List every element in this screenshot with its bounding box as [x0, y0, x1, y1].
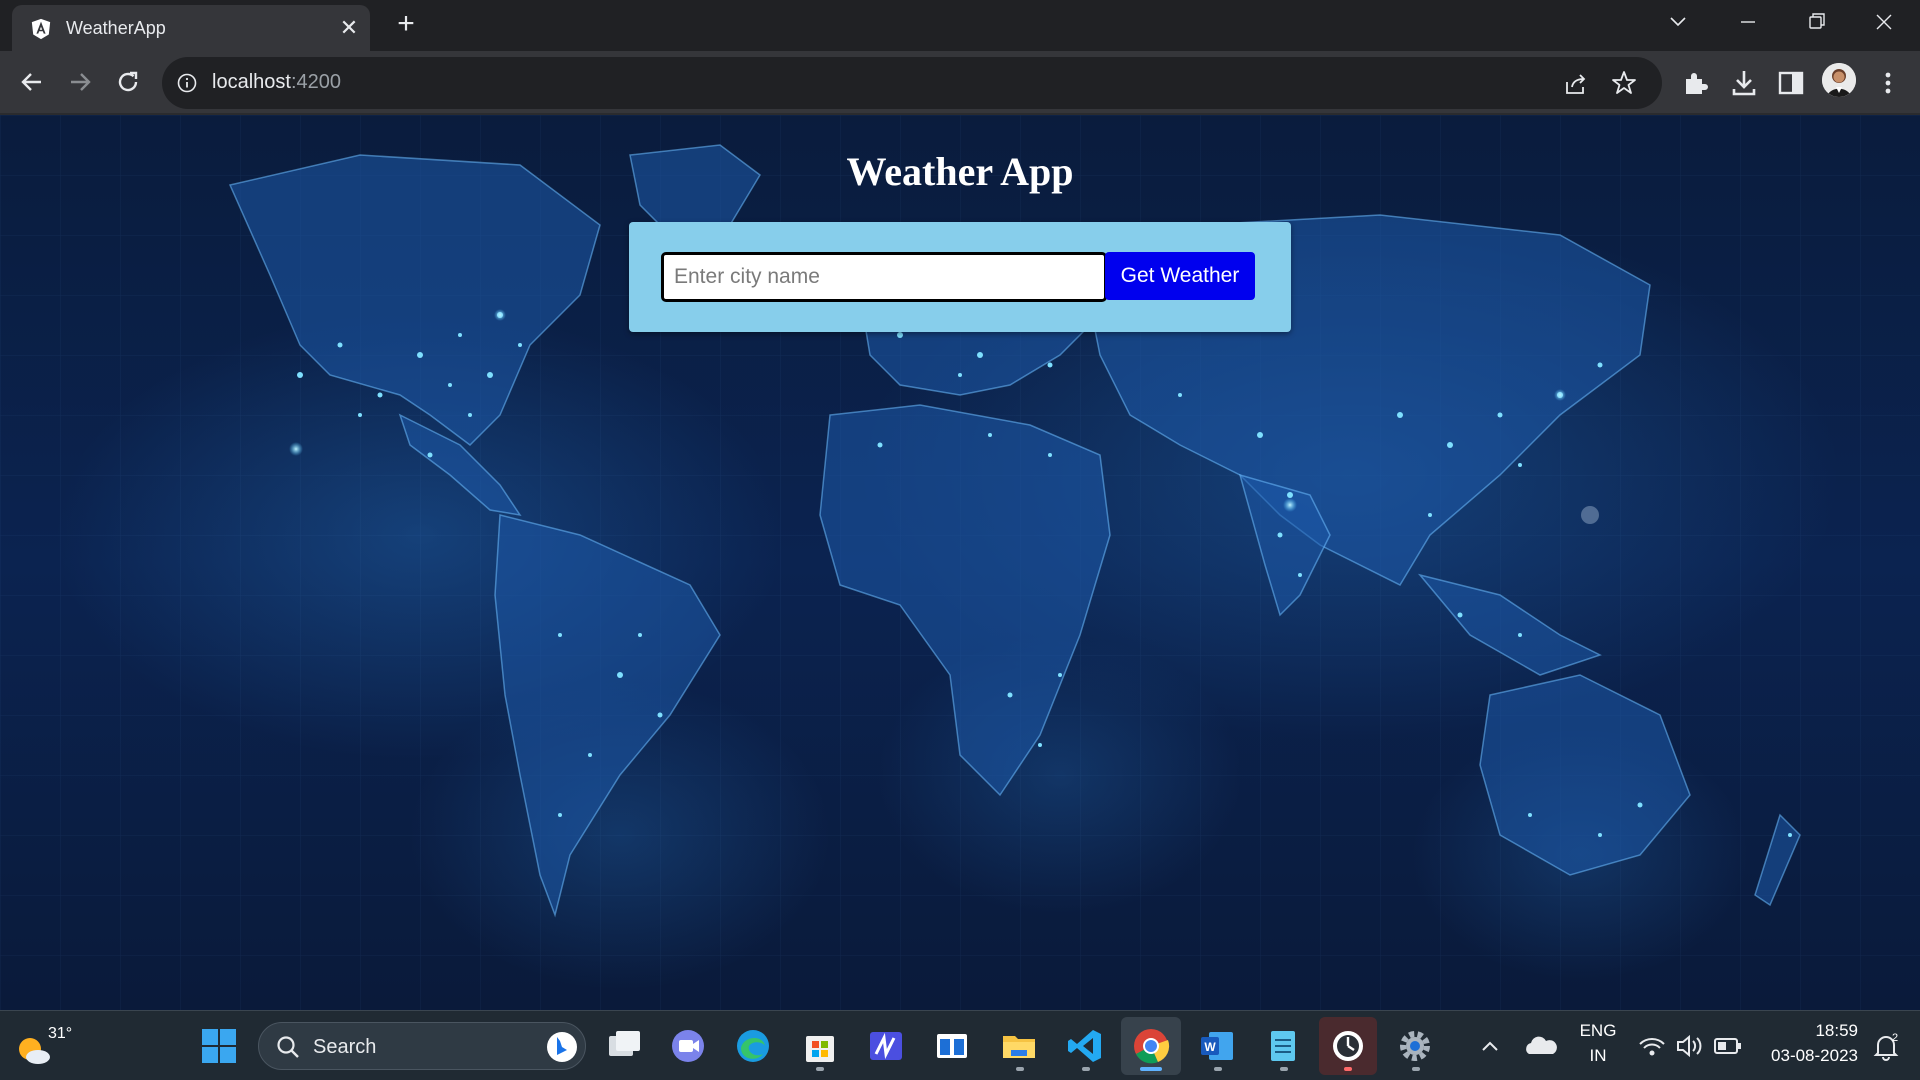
chevron-up-icon[interactable] [1475, 1026, 1505, 1066]
settings-gear-icon[interactable] [1395, 1026, 1435, 1066]
browser-tab[interactable]: WeatherApp ✕ [12, 5, 370, 51]
window-app-icon[interactable] [932, 1026, 972, 1066]
minimize-icon[interactable] [1726, 6, 1770, 38]
bing-icon [547, 1032, 577, 1062]
battery-icon[interactable] [1710, 1026, 1746, 1066]
running-indicator [1016, 1067, 1024, 1071]
search-label: Search [313, 1036, 377, 1058]
notification-bell-icon[interactable]: 2 [1868, 1026, 1904, 1066]
side-panel-icon[interactable] [1775, 67, 1807, 99]
url-port: :4200 [290, 71, 341, 93]
notification-count: 2 [1892, 1032, 1898, 1044]
page-viewport: Weather App Get Weather [0, 115, 1920, 1010]
windows-taskbar: 31° Search W ENG IN 18:59 03-08-2023 2 [0, 1010, 1920, 1080]
running-indicator [1082, 1067, 1090, 1071]
search-card: Get Weather [629, 222, 1291, 332]
teams-chat-icon[interactable] [668, 1026, 708, 1066]
clock-app-icon[interactable] [1328, 1026, 1368, 1066]
vscode-icon[interactable] [1065, 1026, 1105, 1066]
tab-close-icon[interactable]: ✕ [335, 14, 363, 42]
site-info-icon[interactable] [176, 72, 198, 94]
extensions-puzzle-icon[interactable] [1680, 67, 1712, 99]
dev-tool-icon[interactable] [866, 1026, 906, 1066]
windows-start-icon[interactable] [199, 1026, 239, 1066]
wifi-icon[interactable] [1634, 1026, 1670, 1066]
taskbar-search-box[interactable]: Search [258, 1022, 586, 1070]
task-view-icon[interactable] [604, 1026, 644, 1066]
reload-icon[interactable] [110, 64, 146, 100]
close-window-icon[interactable] [1862, 6, 1906, 38]
weather-widget[interactable]: 31° [14, 1023, 74, 1069]
share-icon[interactable] [1562, 70, 1590, 98]
forward-arrow-icon[interactable] [62, 64, 98, 100]
running-indicator [1214, 1067, 1222, 1071]
language-indicator-bottom[interactable]: IN [1568, 1046, 1628, 1066]
running-indicator [1412, 1067, 1420, 1071]
new-tab-icon[interactable]: + [390, 9, 422, 41]
notepad-icon[interactable] [1263, 1026, 1303, 1066]
profile-avatar[interactable] [1822, 63, 1856, 97]
microsoft-store-icon[interactable] [800, 1026, 840, 1066]
onedrive-cloud-icon[interactable] [1521, 1026, 1561, 1066]
more-menu-icon[interactable] [1872, 67, 1904, 99]
city-input[interactable] [661, 252, 1107, 302]
svg-text:W: W [1204, 1040, 1216, 1054]
running-indicator [1280, 1067, 1288, 1071]
search-icon [277, 1036, 299, 1058]
file-explorer-icon[interactable] [999, 1026, 1039, 1066]
profile-avatar-icon [1822, 63, 1856, 97]
language-indicator-top[interactable]: ENG [1568, 1021, 1628, 1041]
restore-icon[interactable] [1794, 6, 1838, 38]
clock-time[interactable]: 18:59 [1748, 1021, 1858, 1041]
bookmark-star-icon[interactable] [1610, 69, 1638, 97]
browser-tab-bar: WeatherApp ✕ + [0, 0, 1920, 51]
download-icon[interactable] [1728, 67, 1760, 99]
active-indicator [1140, 1067, 1162, 1071]
running-indicator [816, 1067, 824, 1071]
tab-search-chevron-icon[interactable] [1656, 6, 1700, 38]
chrome-icon[interactable] [1131, 1026, 1171, 1066]
url-host: localhost [212, 71, 291, 93]
edge-browser-icon[interactable] [733, 1026, 773, 1066]
get-weather-button[interactable]: Get Weather [1105, 252, 1255, 300]
back-arrow-icon[interactable] [14, 64, 50, 100]
volume-icon[interactable] [1672, 1026, 1708, 1066]
angular-logo-icon [31, 18, 51, 40]
clock-date[interactable]: 03-08-2023 [1748, 1046, 1858, 1066]
app-title: Weather App [846, 149, 1074, 194]
address-bar[interactable]: localhost:4200 [162, 57, 1662, 109]
word-icon[interactable]: W [1197, 1026, 1237, 1066]
running-indicator [1344, 1067, 1352, 1071]
tab-title: WeatherApp [66, 18, 166, 38]
url-text[interactable]: localhost:4200 [212, 71, 341, 94]
weather-temp: 31° [48, 1025, 73, 1042]
browser-toolbar: localhost:4200 [0, 51, 1920, 115]
